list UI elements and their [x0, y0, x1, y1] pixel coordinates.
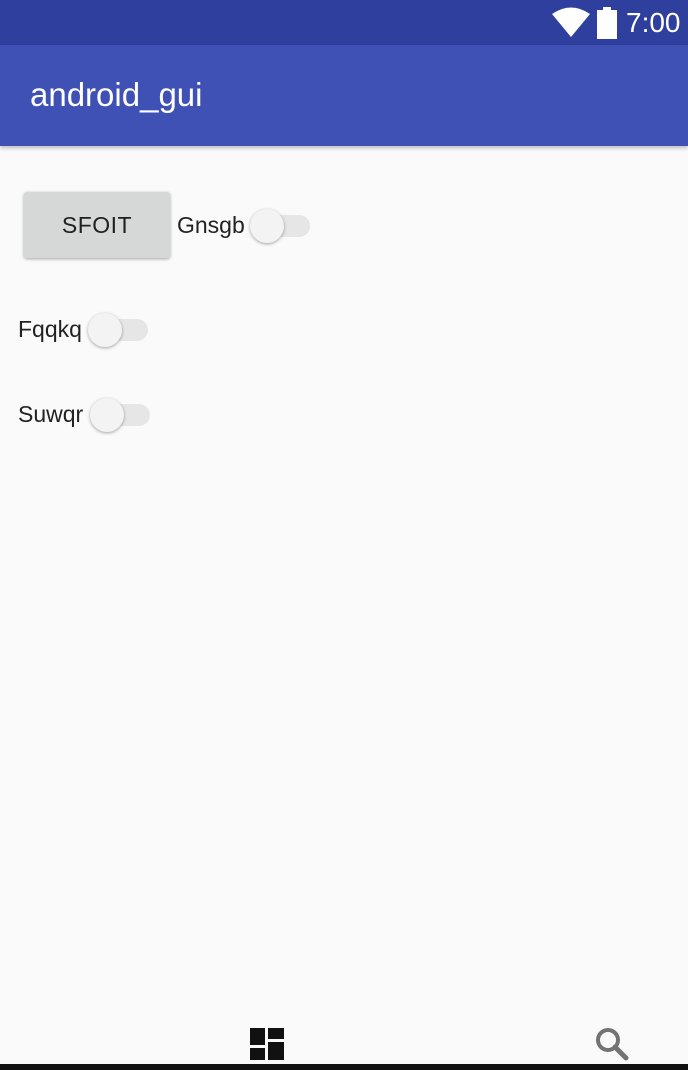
sfoit-button[interactable]: SFOIT: [24, 192, 170, 258]
switch-suwqr[interactable]: [90, 396, 150, 432]
battery-icon: [597, 7, 617, 39]
search-icon[interactable]: [595, 1027, 629, 1061]
switch-thumb: [250, 209, 284, 243]
screen: 7:00 android_gui SFOIT Gnsgb Fqqkq Suwqr: [0, 0, 688, 1070]
dashboard-icon[interactable]: [250, 1028, 284, 1060]
app-title: android_gui: [30, 76, 203, 113]
switch-thumb: [90, 398, 124, 432]
status-time: 7:00: [626, 7, 681, 38]
switch-thumb: [88, 313, 122, 347]
switch-fqqkq[interactable]: [88, 311, 148, 347]
wifi-icon: [552, 7, 590, 37]
switch-label-gnsgb: Gnsgb: [177, 212, 245, 238]
status-bar: 7:00: [0, 0, 688, 45]
switch-label-fqqkq: Fqqkq: [18, 316, 82, 342]
switch-label-suwqr: Suwqr: [18, 401, 84, 427]
navigation-divider: [0, 1064, 688, 1070]
app-bar: android_gui: [0, 45, 688, 146]
switch-gnsgb[interactable]: [250, 207, 310, 243]
